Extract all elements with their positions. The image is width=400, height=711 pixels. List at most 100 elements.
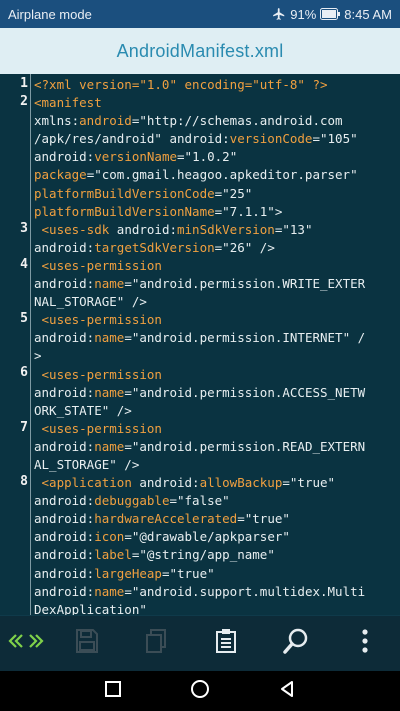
code-line[interactable]: platformBuildVersionName="7.1.1">	[34, 203, 398, 221]
code-line[interactable]: <uses-permission	[34, 420, 398, 438]
code-line[interactable]: /apk/res/android" android:versionCode="1…	[34, 130, 398, 148]
code-token: ="android.support.multidex.Multi	[124, 583, 366, 599]
code-line[interactable]: <uses-permission	[34, 257, 398, 275]
code-token: NAL_STORAGE" />	[34, 294, 147, 310]
line-number: 7	[20, 420, 28, 435]
xml-attr-token: name	[94, 438, 125, 454]
code-line[interactable]: android:name="android.permission.WRITE_E…	[34, 275, 398, 293]
code-line[interactable]: android:icon="@drawable/apkparser"	[34, 528, 398, 546]
paste-button[interactable]	[191, 616, 261, 672]
code-token: android:	[109, 221, 177, 237]
line-number: 3	[20, 221, 28, 236]
xml-attr-token: name	[94, 583, 125, 599]
save-icon	[75, 628, 99, 659]
code-token: ORK_STATE" />	[34, 402, 132, 418]
code-line[interactable]: android:targetSdkVersion="26" />	[34, 239, 398, 257]
line-number: 1	[20, 76, 28, 91]
xml-attr-token: largeHeap	[94, 565, 162, 581]
code-line[interactable]: xmlns:android="http://schemas.android.co…	[34, 112, 398, 130]
xml-tag-token: <uses-permission	[41, 312, 162, 328]
code-line[interactable]: DexApplication"	[34, 601, 398, 615]
back-icon	[278, 680, 296, 702]
code-line[interactable]: >	[34, 347, 398, 365]
search-icon	[282, 627, 310, 660]
recents-button[interactable]	[104, 680, 122, 703]
xml-attr-token: android	[79, 113, 132, 129]
code-line[interactable]: <uses-permission	[34, 366, 398, 384]
code-token: ="105"	[312, 131, 358, 147]
xml-attr-token: debuggable	[94, 493, 170, 509]
clipboard-icon	[215, 628, 237, 659]
status-bar: Airplane mode 91% 8:45 AM	[0, 0, 400, 28]
status-indicators: 91% 8:45 AM	[272, 7, 392, 22]
home-icon	[190, 679, 210, 703]
code-line[interactable]: ORK_STATE" />	[34, 402, 398, 420]
more-options-button[interactable]	[330, 616, 400, 672]
code-line[interactable]: <uses-sdk android:minSdkVersion="13"	[34, 221, 398, 239]
xml-attr-token: name	[94, 384, 125, 400]
nav-arrows-button[interactable]	[0, 616, 52, 672]
line-number: 4	[20, 257, 28, 272]
code-token: ="true"	[237, 511, 290, 527]
system-nav-bar	[0, 671, 400, 711]
code-token: android:	[34, 276, 95, 292]
xml-attr-token: targetSdkVersion	[94, 239, 215, 255]
recents-icon	[104, 680, 122, 702]
xml-attr-token: allowBackup	[199, 475, 283, 491]
code-line[interactable]: android:debuggable="false"	[34, 492, 398, 510]
code-line[interactable]: android:name="android.support.multidex.M…	[34, 583, 398, 601]
code-token: ="true"	[161, 565, 215, 581]
code-line[interactable]: <application android:allowBackup="true"	[34, 474, 398, 492]
xml-attr-token: package	[34, 167, 87, 183]
code-line[interactable]: <manifest	[34, 94, 398, 112]
code-token: android:	[34, 583, 95, 599]
code-line[interactable]: <?xml version="1.0" encoding="utf-8" ?>	[34, 76, 398, 94]
code-editor[interactable]: 1 2 3 4 5 6 7 8 <?xml version="1.0" enco…	[0, 74, 400, 615]
xml-attr-token: name	[94, 276, 125, 292]
code-token: >	[34, 348, 42, 364]
code-token: ="true"	[282, 475, 336, 491]
more-vert-icon	[361, 628, 369, 659]
code-token: ="1.0.2"	[177, 149, 238, 165]
code-content[interactable]: <?xml version="1.0" encoding="utf-8" ?> <…	[34, 76, 398, 615]
code-line[interactable]: android:name="android.permission.ACCESS_…	[34, 384, 398, 402]
battery-percent: 91%	[290, 6, 317, 22]
search-button[interactable]	[261, 616, 331, 672]
line-number: 5	[20, 311, 28, 326]
code-line[interactable]: AL_STORAGE" />	[34, 456, 398, 474]
code-line[interactable]: android:hardwareAccelerated="true"	[34, 510, 398, 528]
code-line[interactable]: android:largeHeap="true"	[34, 565, 398, 583]
back-button[interactable]	[278, 680, 296, 703]
code-token: ="android.permission.ACCESS_NETW	[124, 384, 366, 400]
line-number-gutter: 1 2 3 4 5 6 7 8	[0, 74, 30, 615]
code-line[interactable]: package="com.gmail.heagoo.apkeditor.pars…	[34, 166, 398, 184]
xml-attr-token: platformBuildVersionCode	[34, 185, 215, 201]
code-token: ="13"	[274, 221, 313, 237]
home-button[interactable]	[190, 679, 210, 704]
xml-attr-token: versionCode	[229, 131, 313, 147]
code-line[interactable]: android:label="@string/app_name"	[34, 546, 398, 564]
copy-button[interactable]	[121, 616, 191, 672]
xml-tag-token: <manifest	[34, 95, 102, 111]
line-number: 6	[20, 365, 28, 380]
code-token: android:	[34, 511, 95, 527]
code-token: ="android.permission.WRITE_EXTER	[124, 276, 366, 292]
code-line[interactable]: platformBuildVersionCode="25"	[34, 185, 398, 203]
code-line[interactable]: android:versionName="1.0.2"	[34, 148, 398, 166]
code-line[interactable]: android:name="android.permission.READ_EX…	[34, 438, 398, 456]
save-button[interactable]	[52, 616, 122, 672]
code-line[interactable]: <uses-permission	[34, 311, 398, 329]
code-token: android:	[34, 547, 95, 563]
xml-tag-token: <application	[41, 475, 132, 491]
code-token: ="26" />	[214, 239, 275, 255]
code-line[interactable]: NAL_STORAGE" />	[34, 293, 398, 311]
battery-icon	[320, 8, 341, 20]
code-line[interactable]: android:name="android.permission.INTERNE…	[34, 329, 398, 347]
code-token: ="25"	[214, 185, 253, 201]
code-token: DexApplication"	[34, 601, 147, 615]
